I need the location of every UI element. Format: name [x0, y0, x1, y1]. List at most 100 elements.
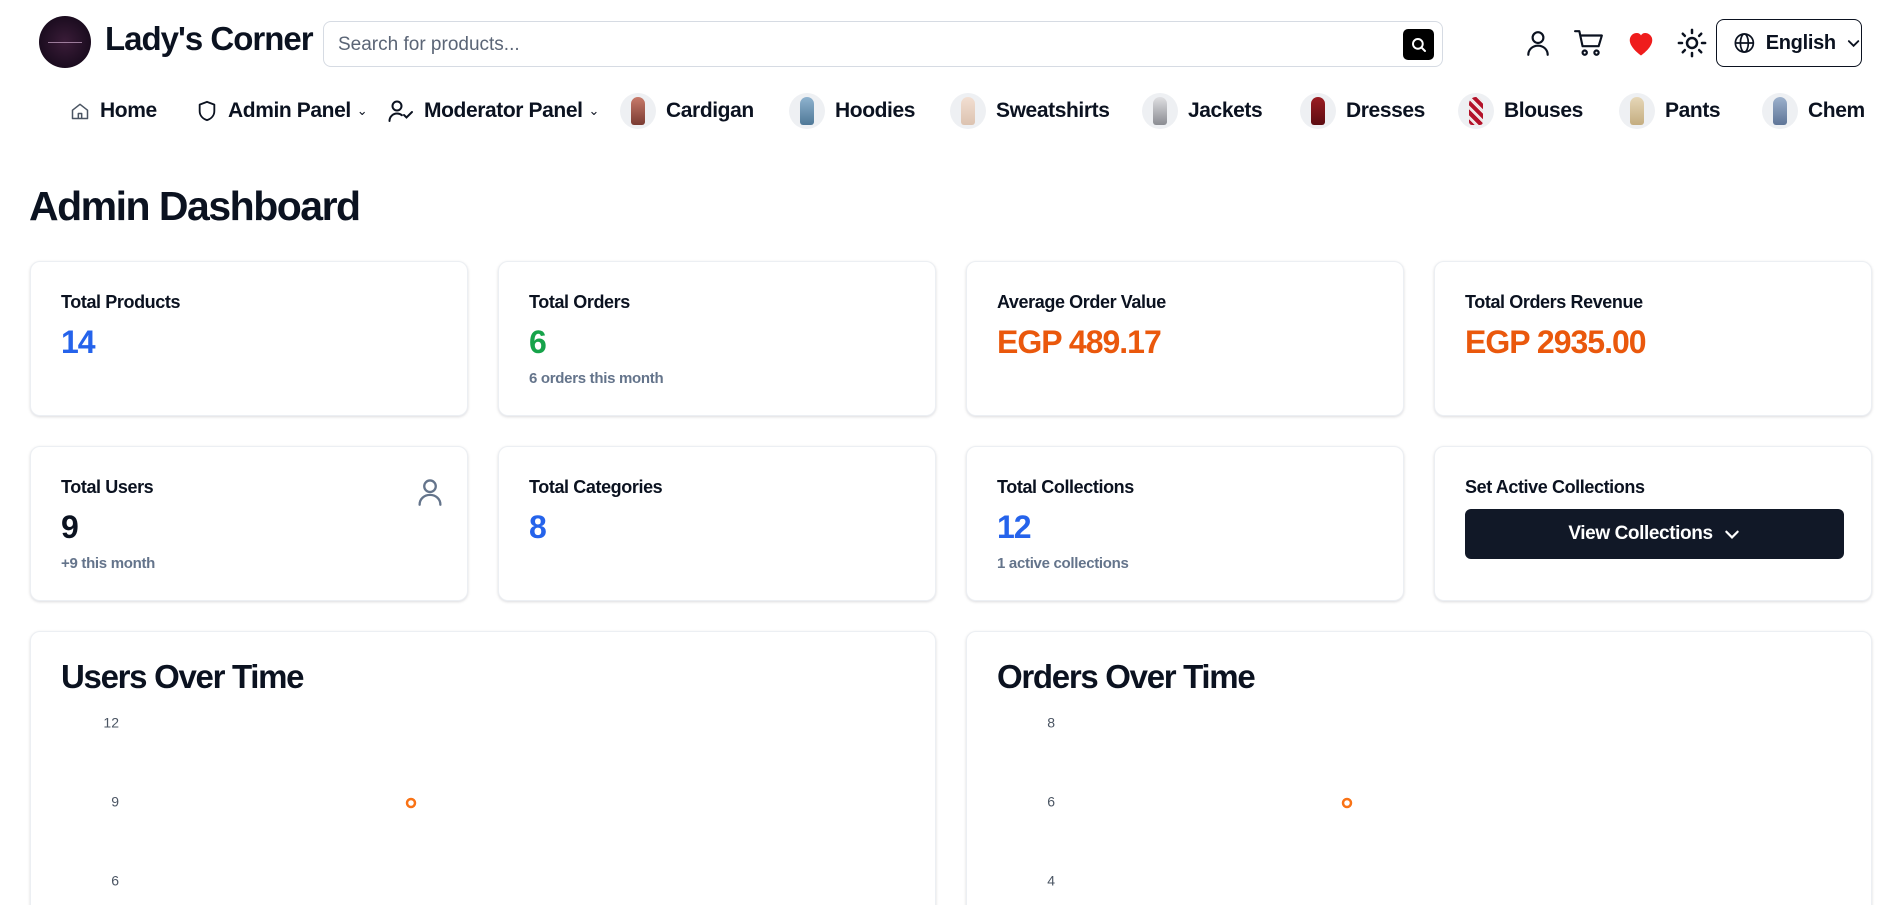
nav-label: Moderator Panel [424, 98, 583, 122]
chart-title: Users Over Time [61, 658, 305, 695]
category-thumbnail [1300, 92, 1336, 129]
category-thumbnail [1762, 92, 1798, 129]
stat-card-total-users: Total Users 9 +9 this month [30, 446, 468, 601]
stat-card-total-collections: Total Collections 12 1 active collection… [966, 446, 1404, 601]
chevron-down-icon [1847, 40, 1860, 48]
nav-label: Admin Panel [228, 98, 351, 122]
category-thumbnail [1142, 92, 1178, 129]
stat-value: EGP 2935.00 [1465, 324, 1647, 360]
stat-value: 12 [997, 509, 1032, 545]
stat-card-average-order-value: Average Order Value EGP 489.17 [966, 261, 1404, 416]
button-label: View Collections [1568, 523, 1713, 544]
nav-label: Blouses [1504, 98, 1583, 122]
stat-card-total-orders: Total Orders 6 6 orders this month [498, 261, 936, 416]
header: Lady's Corner English [0, 0, 1897, 88]
stat-value: EGP 489.17 [997, 324, 1162, 360]
stat-label: Total Products [61, 292, 181, 312]
nav-item-admin-panel[interactable]: Admin Panel ⌄ [196, 88, 368, 133]
stat-value: 6 [529, 324, 547, 360]
y-tick-label: 9 [111, 794, 119, 810]
chevron-down-icon: ⌄ [588, 102, 600, 118]
shield-icon [198, 100, 216, 121]
y-tick-label: 6 [1047, 794, 1055, 810]
chart-title: Orders Over Time [997, 658, 1256, 695]
user-check-icon [388, 100, 413, 122]
heart-icon [1629, 33, 1653, 56]
category-nav: Home Admin Panel ⌄ Moderator Panel ⌄ Car… [0, 88, 1866, 133]
y-tick-label: 6 [111, 873, 119, 889]
user-icon [1527, 31, 1549, 56]
chart-card-orders: Orders Over Time 8 6 4 [966, 631, 1872, 905]
search-bar [323, 21, 1443, 67]
stat-label: Total Orders [529, 292, 630, 312]
category-thumbnail [950, 92, 986, 129]
orders-chart: 8 6 4 [1047, 715, 1353, 889]
category-thumbnail [789, 92, 825, 129]
sun-icon [1677, 28, 1707, 58]
data-point[interactable] [405, 797, 417, 809]
stat-card-active-collections: Set Active Collections View Collections [1434, 446, 1872, 601]
nav-label: Jackets [1188, 98, 1263, 122]
category-thumbnail [1619, 92, 1655, 129]
chart-card-users: Users Over Time 12 9 6 [30, 631, 936, 905]
nav-item-pants[interactable]: Pants [1619, 88, 1721, 133]
stat-label: Total Users [61, 477, 154, 497]
stat-value: 8 [529, 509, 547, 545]
view-collections-button[interactable]: View Collections [1465, 509, 1844, 559]
nav-label: Sweatshirts [996, 98, 1110, 122]
page-title: Admin Dashboard [29, 183, 361, 229]
cart-icon [1574, 30, 1603, 56]
y-tick-label: 4 [1047, 873, 1055, 889]
nav-label: Cardigan [666, 98, 754, 122]
stat-card-total-products: Total Products 14 [30, 261, 468, 416]
user-icon [418, 479, 442, 506]
stat-subtext: 1 active collections [997, 555, 1129, 572]
y-tick-label: 8 [1047, 715, 1055, 731]
globe-icon [1734, 33, 1755, 53]
nav-item-home[interactable]: Home [70, 88, 157, 133]
search-button[interactable] [1403, 29, 1434, 60]
nav-item-sweatshirts[interactable]: Sweatshirts [950, 88, 1110, 133]
nav-label: Chemis [1808, 98, 1866, 122]
nav-item-hoodies[interactable]: Hoodies [789, 88, 915, 133]
search-input[interactable] [338, 32, 1378, 58]
brand-name[interactable]: Lady's Corner [105, 20, 314, 58]
nav-item-dresses[interactable]: Dresses [1300, 88, 1425, 133]
theme-toggle[interactable] [1675, 26, 1709, 60]
nav-item-jackets[interactable]: Jackets [1142, 88, 1263, 133]
stat-value: 14 [61, 324, 96, 360]
language-select[interactable]: English [1716, 19, 1862, 67]
category-thumbnail [620, 92, 656, 129]
y-tick-label: 12 [103, 715, 119, 731]
stat-card-total-categories: Total Categories 8 [498, 446, 936, 601]
search-icon [1411, 37, 1426, 52]
chevron-down-icon: ⌄ [356, 102, 368, 118]
nav-label: Pants [1665, 98, 1721, 122]
stat-label: Set Active Collections [1465, 477, 1645, 497]
favorites-button[interactable] [1624, 26, 1658, 60]
stat-card-total-revenue: Total Orders Revenue EGP 2935.00 [1434, 261, 1872, 416]
nav-item-blouses[interactable]: Blouses [1458, 88, 1583, 133]
stat-label: Average Order Value [997, 292, 1166, 312]
stat-label: Total Categories [529, 477, 663, 497]
brand-logo[interactable] [39, 16, 91, 68]
data-point[interactable] [1341, 797, 1353, 809]
nav-item-moderator-panel[interactable]: Moderator Panel ⌄ [388, 88, 599, 133]
users-chart: 12 9 6 [103, 715, 417, 889]
nav-item-chemise[interactable]: Chemis [1762, 88, 1866, 133]
nav-item-cardigan[interactable]: Cardigan [620, 88, 754, 133]
language-label: English [1765, 31, 1836, 54]
account-button[interactable] [1521, 26, 1555, 60]
stat-subtext: 6 orders this month [529, 370, 664, 387]
nav-label: Hoodies [835, 98, 916, 122]
nav-label: Dresses [1346, 98, 1425, 122]
cart-button[interactable] [1572, 26, 1606, 60]
stat-subtext: +9 this month [61, 555, 156, 572]
stat-label: Total Collections [997, 477, 1134, 497]
nav-label: Home [100, 98, 157, 122]
home-icon [71, 103, 89, 119]
stat-value: 9 [61, 509, 79, 545]
chevron-down-icon [1724, 530, 1739, 539]
stat-label: Total Orders Revenue [1465, 292, 1643, 312]
category-thumbnail [1458, 92, 1494, 129]
